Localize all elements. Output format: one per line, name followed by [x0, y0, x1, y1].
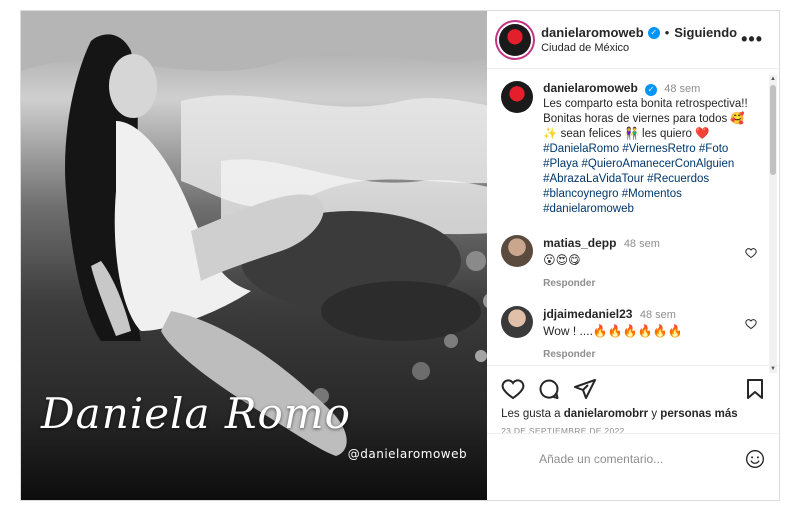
likes-user-link[interactable]: danielaromobrr: [564, 408, 648, 420]
caption-body: danielaromoweb ✓ 48 sem Les comparto est…: [543, 81, 757, 217]
avatar[interactable]: [499, 23, 532, 56]
comment-item: matias_depp 48 sem 😮😍😋 Responder: [501, 235, 757, 292]
post-side-panel: danielaromoweb ✓ • Siguiendo Ciudad de M…: [487, 11, 779, 500]
location-link[interactable]: Ciudad de México: [541, 42, 737, 54]
comment-like-heart-icon[interactable]: [745, 318, 757, 330]
comment-time: 48 sem: [639, 309, 676, 321]
comments-list: danielaromoweb ✓ 48 sem Les comparto est…: [487, 69, 779, 365]
reply-button[interactable]: Responder: [543, 276, 757, 292]
hashtag-link[interactable]: #Playa: [543, 158, 578, 170]
header-text: danielaromoweb ✓ • Siguiendo Ciudad de M…: [541, 25, 737, 54]
hashtag-link[interactable]: #blancoynegro: [543, 188, 618, 200]
verified-icon: ✓: [647, 26, 660, 39]
comment-avatar[interactable]: [501, 306, 534, 338]
hashtag-link[interactable]: #AbrazaLaVidaTour: [543, 173, 644, 185]
comment-icon[interactable]: [537, 377, 561, 401]
scroll-up-arrow-icon[interactable]: ▲: [769, 75, 777, 83]
likes-connector: y: [651, 408, 658, 420]
post-actions: Les gusta a danielaromobrr y personas má…: [487, 365, 779, 483]
caption-author-row: danielaromoweb ✓ 48 sem: [543, 81, 757, 97]
bookmark-icon[interactable]: [743, 377, 767, 401]
likes-prefix: Les gusta a: [501, 408, 561, 420]
likes-summary: Les gusta a danielaromobrr y personas má…: [501, 408, 767, 420]
separator: •: [664, 25, 670, 40]
comment-text: 😮😍😋: [543, 253, 581, 267]
add-comment-input[interactable]: [537, 450, 745, 467]
share-icon[interactable]: [573, 377, 597, 401]
caption-text: Les comparto esta bonita retrospectiva!!…: [543, 98, 748, 140]
comment-author-row: matias_depp 48 sem: [543, 235, 757, 252]
comment-author-row: jdjaimedaniel23 48 sem: [543, 306, 757, 323]
verified-icon: ✓: [645, 83, 657, 96]
hashtag-link[interactable]: #QuieroAmanecerConAlguien: [581, 158, 734, 170]
action-icons: [501, 374, 767, 404]
more-options-icon[interactable]: •••: [737, 29, 767, 50]
post-photo[interactable]: Daniela Romo @danielaromoweb: [21, 11, 488, 500]
comment-like-heart-icon[interactable]: [745, 247, 757, 259]
caption-username[interactable]: danielaromoweb: [543, 81, 638, 95]
header-username[interactable]: danielaromoweb: [541, 25, 644, 40]
caption-time: 48 sem: [664, 83, 701, 95]
scrollbar-thumb[interactable]: [770, 85, 776, 175]
caption: danielaromoweb ✓ 48 sem Les comparto est…: [501, 81, 757, 217]
hashtag-link[interactable]: #Foto: [699, 143, 728, 155]
header-row: danielaromoweb ✓ • Siguiendo: [541, 25, 737, 40]
photo-title-overlay: Daniela Romo: [41, 389, 351, 438]
comment-body: matias_depp 48 sem 😮😍😋 Responder: [543, 235, 757, 292]
add-comment-bar: [487, 433, 779, 483]
hashtag-link[interactable]: #ViernesRetro: [622, 143, 695, 155]
comment-avatar[interactable]: [501, 235, 534, 267]
comment-username[interactable]: matias_depp: [543, 236, 616, 250]
hashtag-link[interactable]: #Recuerdos: [647, 173, 709, 185]
following-button[interactable]: Siguiendo: [674, 25, 737, 40]
caption-hashtags: #DanielaRomo #ViernesRetro #Foto #Playa …: [543, 142, 757, 217]
heart-icon[interactable]: [501, 377, 525, 401]
comment-text: Wow ! ....🔥🔥🔥🔥🔥🔥: [543, 324, 683, 338]
comments-scrollbar[interactable]: ▲ ▼: [769, 75, 777, 373]
hashtag-link[interactable]: #danielaromoweb: [543, 203, 634, 215]
photo-handle-overlay: @danielaromoweb: [347, 447, 468, 461]
hashtag-link[interactable]: #Momentos: [622, 188, 682, 200]
reply-button[interactable]: Responder: [543, 347, 757, 363]
comment-username[interactable]: jdjaimedaniel23: [543, 307, 632, 321]
hashtag-link[interactable]: #DanielaRomo: [543, 143, 619, 155]
comment-time: 48 sem: [623, 238, 660, 250]
likes-others-link[interactable]: personas más: [660, 408, 737, 420]
comment-item: jdjaimedaniel23 48 sem Wow ! ....🔥🔥🔥🔥🔥🔥 …: [501, 306, 757, 363]
post-modal: Daniela Romo @danielaromoweb danielaromo…: [20, 10, 780, 501]
post-header: danielaromoweb ✓ • Siguiendo Ciudad de M…: [487, 11, 779, 69]
comment-body: jdjaimedaniel23 48 sem Wow ! ....🔥🔥🔥🔥🔥🔥 …: [543, 306, 757, 363]
smile-icon[interactable]: [745, 449, 765, 469]
caption-avatar[interactable]: [501, 81, 534, 113]
